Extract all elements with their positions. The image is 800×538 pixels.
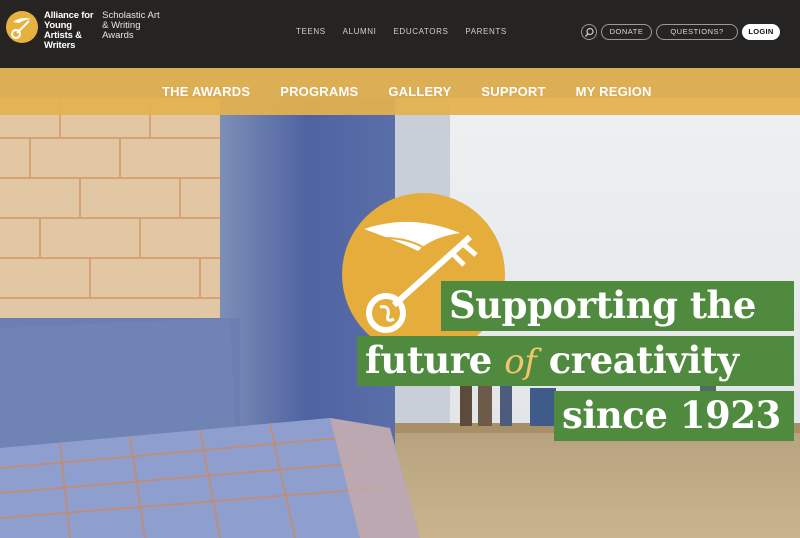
main-nav-programs[interactable]: PROGRAMS <box>280 84 358 99</box>
main-nav-my-region[interactable]: MY REGION <box>576 84 652 99</box>
site-logo[interactable]: Alliance for Young Artists & Writers Sch… <box>6 11 166 51</box>
audience-nav: TEENS ALUMNI EDUCATORS PARENTS <box>296 27 524 36</box>
logo-secondary-text: Scholastic Art & Writing Awards <box>102 10 160 41</box>
hero-word-future: future <box>365 338 492 382</box>
hero-word-creativity: creativity <box>548 338 739 382</box>
hero-headline-line-3: since 1923 <box>554 391 794 441</box>
nav-link-educators[interactable]: EDUCATORS <box>394 27 449 36</box>
main-nav-gallery[interactable]: GALLERY <box>388 84 451 99</box>
nav-link-parents[interactable]: PARENTS <box>465 27 506 36</box>
hero-headline-line-1: Supporting the <box>441 281 794 331</box>
donate-button[interactable]: DONATE <box>601 24 652 40</box>
main-nav-support[interactable]: SUPPORT <box>481 84 545 99</box>
search-icon <box>584 27 594 37</box>
logo-primary-text: Alliance for Young Artists & Writers <box>44 10 94 51</box>
search-button[interactable] <box>581 24 597 40</box>
top-bar: Alliance for Young Artists & Writers Sch… <box>0 0 800 68</box>
nav-link-alumni[interactable]: ALUMNI <box>343 27 377 36</box>
hero-word-of: of <box>504 342 537 382</box>
winged-key-logo-icon <box>6 11 38 43</box>
nav-link-teens[interactable]: TEENS <box>296 27 326 36</box>
main-nav: THE AWARDS PROGRAMS GALLERY SUPPORT MY R… <box>0 68 800 115</box>
winged-key-emblem-icon <box>342 193 505 356</box>
hero-headline-line-2: future of creativity <box>357 336 794 386</box>
questions-button[interactable]: QUESTIONS? <box>656 24 738 40</box>
main-nav-the-awards[interactable]: THE AWARDS <box>162 84 250 99</box>
login-button[interactable]: LOGIN <box>742 24 780 40</box>
